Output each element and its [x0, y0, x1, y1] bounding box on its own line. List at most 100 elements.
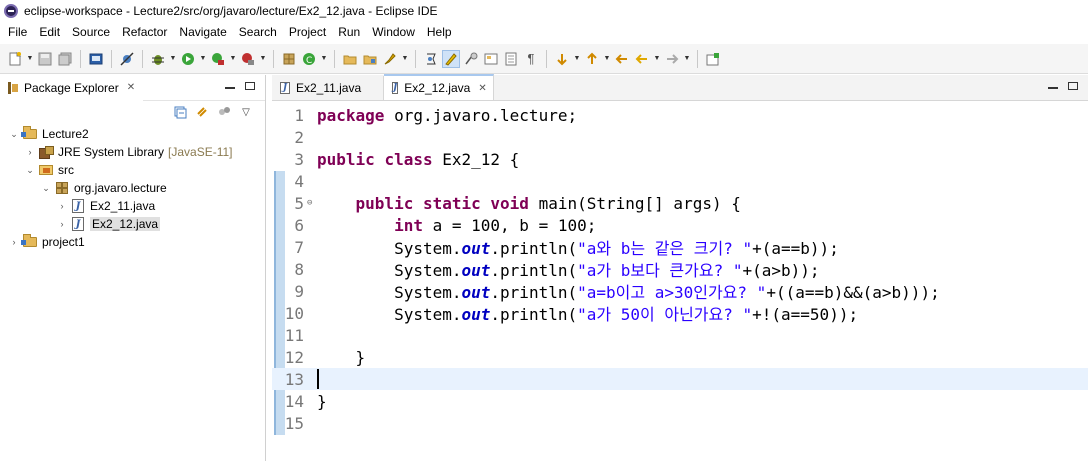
new-class-dropdown-icon[interactable]: ▼ — [320, 50, 328, 68]
collapse-all-icon[interactable] — [173, 105, 187, 119]
menu-project[interactable]: Project — [283, 25, 332, 39]
close-icon[interactable]: ✕ — [478, 83, 486, 94]
code-line-13[interactable]: 13 — [272, 368, 1088, 390]
new-class-icon[interactable]: C — [300, 50, 318, 68]
open-perspective-icon[interactable] — [704, 50, 722, 68]
back-icon[interactable] — [633, 50, 651, 68]
line-number: 2 — [294, 127, 304, 147]
show-whitespace-icon[interactable] — [482, 50, 500, 68]
collapsed-chevron-icon[interactable]: › — [56, 200, 68, 212]
line-number: 13 — [284, 369, 304, 389]
forward-dropdown-icon[interactable]: ▼ — [683, 50, 691, 68]
fold-collapse-icon[interactable]: ⊖ — [307, 198, 317, 208]
doc-icon[interactable] — [502, 50, 520, 68]
tab-package-explorer[interactable]: Package Explorer ✕ — [0, 74, 144, 101]
debug-icon[interactable] — [149, 50, 167, 68]
open-task-icon[interactable] — [361, 50, 379, 68]
minimize-icon[interactable] — [1048, 87, 1058, 89]
tree-item-ex2-12[interactable]: › J Ex2_12.java — [0, 215, 265, 233]
tree-item-lecture2[interactable]: ⌄ Lecture2 — [0, 125, 265, 143]
coverage-icon[interactable] — [209, 50, 227, 68]
focus-icon[interactable] — [217, 105, 231, 119]
run-dropdown-icon[interactable]: ▼ — [199, 50, 207, 68]
code-line-8[interactable]: 8 System.out.println("a가 b보다 큰가요? "+(a>b… — [272, 258, 1088, 281]
save-all-icon[interactable] — [56, 50, 74, 68]
maximize-icon[interactable] — [245, 82, 255, 90]
svg-text:C: C — [306, 56, 312, 66]
expanded-chevron-icon[interactable]: ⌄ — [8, 128, 20, 140]
new-package-icon[interactable] — [280, 50, 298, 68]
code-line-3[interactable]: 3 public class Ex2_12 { — [272, 148, 1088, 170]
code-line-15[interactable]: 15 — [272, 412, 1088, 434]
menu-file[interactable]: File — [2, 25, 33, 39]
toggle-mark-icon[interactable] — [422, 50, 440, 68]
code-text: public static void main(String[] args) { — [355, 193, 741, 213]
tree-item-jre-library[interactable]: › JRE System Library [JavaSE-11] — [0, 143, 265, 161]
external-tools-icon[interactable] — [239, 50, 257, 68]
last-edit-icon[interactable] — [613, 50, 631, 68]
collapsed-chevron-icon[interactable]: › — [8, 236, 20, 248]
menu-help[interactable]: Help — [421, 25, 458, 39]
toolbar-separator — [80, 49, 81, 68]
external-tools-dropdown-icon[interactable]: ▼ — [259, 50, 267, 68]
menu-run[interactable]: Run — [332, 25, 366, 39]
tree-item-project1[interactable]: › project1 — [0, 233, 265, 251]
search-dropdown-icon[interactable]: ▼ — [401, 50, 409, 68]
code-line-7[interactable]: 7 System.out.println("a와 b는 같은 크기? "+(a=… — [272, 236, 1088, 259]
new-dropdown-icon[interactable]: ▼ — [26, 50, 34, 68]
tree-item-src[interactable]: ⌄ src — [0, 161, 265, 179]
code-line-12[interactable]: 12 } — [272, 346, 1088, 368]
menu-navigate[interactable]: Navigate — [173, 25, 232, 39]
code-line-14[interactable]: 14 } — [272, 390, 1088, 412]
menu-search[interactable]: Search — [233, 25, 283, 39]
open-type-icon[interactable] — [341, 50, 359, 68]
package-explorer-tabbar: Package Explorer ✕ — [0, 74, 265, 101]
code-line-9[interactable]: 9 System.out.println("a=b이고 a>30인가요? "+(… — [272, 280, 1088, 303]
code-line-6[interactable]: 6 int a = 100, b = 100; — [272, 214, 1088, 236]
code-text: } — [317, 391, 327, 411]
save-icon[interactable] — [36, 50, 54, 68]
tree-item-label: src — [58, 163, 74, 177]
menu-edit[interactable]: Edit — [33, 25, 66, 39]
editor-tab-ex2-12[interactable]: J Ex2_12.java ✕ — [384, 74, 494, 100]
code-line-2[interactable]: 2 — [272, 126, 1088, 148]
pilcrow-icon[interactable]: ¶ — [522, 50, 540, 68]
back-dropdown-icon[interactable]: ▼ — [653, 50, 661, 68]
terminal-icon[interactable] — [87, 50, 105, 68]
editor-tab-ex2-11[interactable]: J Ex2_11.java — [272, 76, 384, 100]
code-line-4[interactable]: 4 — [272, 170, 1088, 192]
tree-item-ex2-11[interactable]: › J Ex2_11.java — [0, 197, 265, 215]
code-line-10[interactable]: 10 System.out.println("a가 50이 아닌가요? "+!(… — [272, 302, 1088, 325]
main-toolbar: ▼ ▼ ▼ ▼ ▼ C ▼ ▼ ¶ ▼ ▼ ▼ ▼ — [0, 44, 1088, 74]
code-editor[interactable]: 1 package org.javaro.lecture; 2 3 public… — [272, 101, 1088, 461]
next-annotation-icon[interactable] — [553, 50, 571, 68]
close-icon[interactable]: ✕ — [127, 82, 135, 93]
code-line-11[interactable]: 11 — [272, 324, 1088, 346]
prev-annotation-dropdown-icon[interactable]: ▼ — [603, 50, 611, 68]
prev-annotation-icon[interactable] — [583, 50, 601, 68]
tree-item-package[interactable]: ⌄ org.javaro.lecture — [0, 179, 265, 197]
run-icon[interactable] — [179, 50, 197, 68]
collapsed-chevron-icon[interactable]: › — [56, 218, 68, 230]
coverage-dropdown-icon[interactable]: ▼ — [229, 50, 237, 68]
maximize-icon[interactable] — [1068, 82, 1078, 90]
minimize-icon[interactable] — [225, 87, 235, 89]
link-with-editor-icon[interactable] — [195, 105, 209, 119]
debug-dropdown-icon[interactable]: ▼ — [169, 50, 177, 68]
menu-source[interactable]: Source — [66, 25, 116, 39]
menu-refactor[interactable]: Refactor — [116, 25, 173, 39]
new-icon[interactable] — [6, 50, 24, 68]
next-annotation-dropdown-icon[interactable]: ▼ — [573, 50, 581, 68]
search-tool-icon[interactable] — [381, 50, 399, 68]
forward-icon[interactable] — [663, 50, 681, 68]
block-selection-icon[interactable] — [462, 50, 480, 68]
code-line-5[interactable]: 5 ⊖ public static void main(String[] arg… — [272, 192, 1088, 214]
code-line-1[interactable]: 1 package org.javaro.lecture; — [272, 104, 1088, 126]
expanded-chevron-icon[interactable]: ⌄ — [24, 164, 36, 176]
skip-breakpoints-icon[interactable] — [118, 50, 136, 68]
view-menu-icon[interactable]: ▽ — [239, 105, 253, 119]
menu-window[interactable]: Window — [366, 25, 421, 39]
expanded-chevron-icon[interactable]: ⌄ — [40, 182, 52, 194]
highlight-icon[interactable] — [442, 49, 460, 68]
collapsed-chevron-icon[interactable]: › — [24, 146, 36, 158]
